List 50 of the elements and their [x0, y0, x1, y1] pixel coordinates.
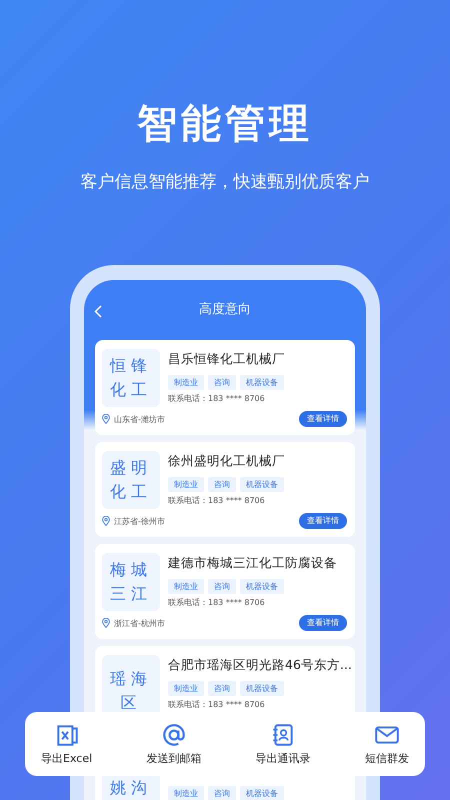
industry-tag: 机器设备 [240, 477, 284, 492]
back-icon[interactable] [94, 305, 102, 318]
logo-text: 区 [120, 692, 142, 714]
action-button[interactable]: 导出通讯录 [256, 722, 311, 766]
logo-text: 三江 [109, 583, 153, 605]
location-pin-icon [102, 618, 110, 628]
at-sign-icon [160, 722, 187, 748]
phone-number: 联系电话：183 **** 8706 [168, 394, 266, 404]
industry-tag: 制造业 [168, 681, 204, 696]
logo-text: 梅城 [109, 559, 153, 581]
view-details-button[interactable]: 查看详情 [299, 513, 347, 529]
action-button[interactable]: 发送到邮箱 [146, 722, 202, 766]
industry-tag: 制造业 [168, 375, 204, 390]
location-text: 江苏省-徐州市 [114, 516, 165, 526]
industry-tag: 机器设备 [240, 681, 284, 696]
industry-tag: 制造业 [168, 579, 204, 594]
logo-text: 盛明 [109, 457, 153, 479]
company-name: 建德市梅城三江化工防腐设备 [168, 554, 337, 571]
logo-text: 化工 [109, 481, 153, 503]
industry-tag: 咨询 [208, 579, 236, 594]
logo-text: 瑶海 [109, 668, 153, 690]
action-button[interactable]: 短信群发 [364, 722, 409, 766]
industry-tag: 机器设备 [240, 375, 284, 390]
industry-tag: 咨询 [208, 786, 236, 800]
promo-title: 智能管理 [136, 100, 314, 149]
promo-subtitle: 客户信息智能推荐，快速甄别优质客户 [80, 171, 370, 194]
phone-number: 联系电话：183 **** 8706 [168, 700, 266, 710]
phone-number: 联系电话：183 **** 8706 [168, 496, 266, 506]
view-details-button[interactable]: 查看详情 [299, 615, 347, 631]
industry-tag: 制造业 [168, 786, 204, 800]
location-text: 浙江省-杭州市 [114, 618, 165, 628]
logo-text: 化工 [109, 379, 153, 401]
industry-tag: 机器设备 [240, 786, 284, 800]
logo-text: 恒锋 [108, 355, 153, 377]
company-name: 昌乐恒锋化工机械厂 [168, 350, 285, 367]
screen-title: 高度意向 [199, 302, 251, 318]
action-button[interactable]: 导出Excel [41, 722, 92, 766]
company-name: 合肥市瑶海区明光路46号东方... [168, 656, 352, 673]
industry-tag: 机器设备 [240, 579, 284, 594]
industry-tag: 制造业 [168, 477, 204, 492]
logo-text: 姚沟 [109, 777, 153, 799]
location-pin-icon [102, 414, 110, 424]
view-details-button[interactable]: 查看详情 [299, 411, 347, 427]
phone-number: 联系电话：183 **** 8706 [168, 598, 266, 608]
location-text: 山东省-潍坊市 [114, 414, 165, 424]
company-name: 徐州盛明化工机械厂 [168, 452, 285, 469]
location-pin-icon [102, 516, 110, 526]
industry-tag: 咨询 [208, 477, 236, 492]
industry-tag: 咨询 [208, 375, 236, 390]
industry-tag: 咨询 [208, 681, 236, 696]
